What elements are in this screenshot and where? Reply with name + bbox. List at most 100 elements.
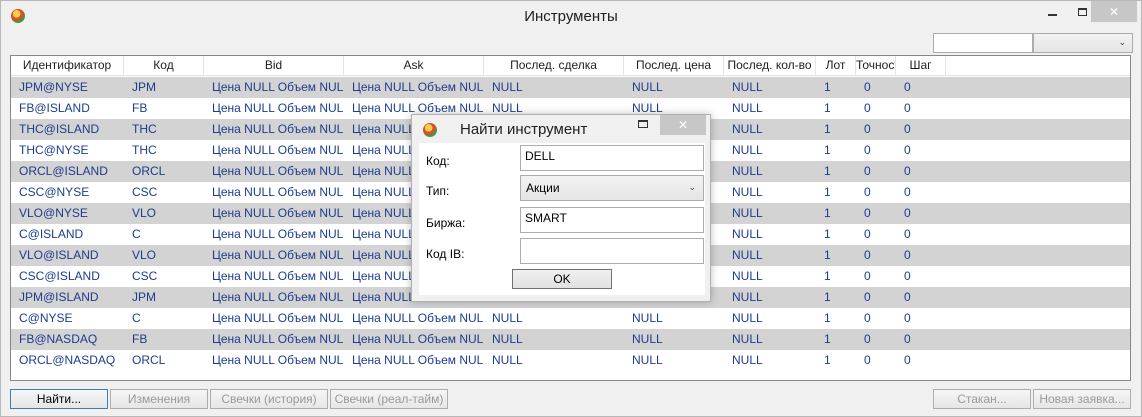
candles-history-button[interactable]: Свечки (история) [210,389,328,409]
table-cell: THC@ISLAND [19,122,100,136]
table-cell: 0 [904,80,911,94]
column-header[interactable]: Шаг [896,56,946,76]
table-cell: NULL [732,332,763,346]
table-cell: Цена NULL Объем NULL [212,164,344,178]
code-label: Код: [426,154,450,168]
table-cell: FB [132,101,148,115]
column-header[interactable]: Послед. цена [624,56,724,76]
find-button[interactable]: Найти... [10,389,108,409]
table-cell: Цена NULL Объем NULL [212,227,344,241]
chevron-down-icon: ⌄ [1118,37,1126,47]
table-cell: Цена NULL Объем NULL [212,248,344,262]
table-cell: NULL [632,353,663,367]
table-cell: 0 [904,311,911,325]
table-cell: 0 [864,248,871,262]
new-order-button[interactable]: Новая заявка... [1033,389,1131,409]
table-cell: 0 [904,143,911,157]
table-cell: Цена NULL Объем NULL [212,269,344,283]
table-cell: Цена NULL Объем NULL [212,332,344,346]
type-select[interactable]: Акции ⌄ [520,175,704,201]
find-instrument-dialog: Найти инструмент ✕ Код: DELL Тип: Акции … [411,114,711,302]
table-cell: 1 [824,101,831,115]
table-cell: 0 [904,248,911,262]
column-header[interactable]: Лот [816,56,856,76]
table-cell: 0 [904,185,911,199]
table-cell: 0 [864,227,871,241]
ib-code-field[interactable] [520,238,704,264]
table-cell: VLO@NYSE [19,206,88,220]
dialog-maximize-button[interactable] [638,120,648,128]
table-cell: Цена NULL Объем NULL [212,122,344,136]
changes-button[interactable]: Изменения [110,389,208,409]
table-cell: NULL [732,269,763,283]
exchange-field[interactable]: SMART [520,207,704,233]
table-cell: 1 [824,80,831,94]
dialog-close-button[interactable]: ✕ [660,115,706,135]
filter-combo[interactable]: ⌄ [1033,33,1133,53]
table-cell: VLO@ISLAND [19,248,99,262]
column-header[interactable]: Послед. сделка [484,56,624,76]
table-cell: NULL [732,80,763,94]
column-header[interactable]: Bid [204,56,344,76]
exchange-label: Биржа: [426,216,466,230]
ok-button[interactable]: OK [512,269,612,289]
title-bar[interactable]: Инструменты ✕ [1,1,1141,32]
table-cell: 0 [904,353,911,367]
table-cell: NULL [732,101,763,115]
table-cell: Цена NULL Объем NULL [212,101,344,115]
table-cell: C@ISLAND [19,227,84,241]
table-cell: C@NYSE [19,311,73,325]
table-row[interactable]: JPM@NYSE JPM Цена NULL Объем NULL Цена NULL… [11,77,1130,98]
table-cell: NULL [492,332,523,346]
table-cell: 0 [864,164,871,178]
minimize-button[interactable] [1037,1,1067,22]
table-row[interactable]: FB@NASDAQ FB Цена NULL Объем NULL Цена NULL… [11,329,1130,350]
close-icon: ✕ [677,118,689,132]
code-field[interactable]: DELL [520,145,704,171]
table-cell: NULL [732,122,763,136]
table-cell: 0 [904,206,911,220]
table-cell: THC [132,143,157,157]
depth-button[interactable]: Стакан... [933,389,1031,409]
filter-input[interactable] [933,33,1033,53]
column-header[interactable]: Ask [344,56,484,76]
table-cell: THC@NYSE [19,143,89,157]
dialog-minimize-button[interactable] [612,115,636,135]
table-cell: Цена NULL Объем NULL [212,185,344,199]
table-cell: Цена NULL Объем NULL [212,290,344,304]
table-cell: NULL [732,185,763,199]
table-cell: ORCL@ISLAND [19,164,108,178]
table-cell: 1 [824,332,831,346]
column-header[interactable]: Послед. кол-во [724,56,816,76]
table-cell: 0 [864,290,871,304]
table-cell: Цена NULL Объем NULL [212,311,344,325]
table-cell: NULL [492,353,523,367]
table-cell: 0 [904,122,911,136]
table-cell: 1 [824,290,831,304]
candles-realtime-button[interactable]: Свечки (реал-тайм) [330,389,448,409]
column-header[interactable]: Точность [856,56,896,76]
table-cell: CSC [132,269,158,283]
chevron-down-icon: ⌄ [688,182,696,192]
dialog-title: Найти инструмент [460,121,588,138]
table-row[interactable]: C@NYSE C Цена NULL Объем NULL Цена NULL Объ… [11,308,1130,329]
table-cell: 0 [864,122,871,136]
table-cell: VLO [132,248,157,262]
close-button[interactable]: ✕ [1091,1,1137,22]
table-cell: C [132,311,141,325]
table-cell: NULL [632,332,663,346]
grid-header: Идентификатор Код Bid Ask Послед. сделка Посл… [11,56,1130,76]
table-cell: 0 [904,269,911,283]
table-cell: NULL [732,164,763,178]
table-cell: NULL [632,80,663,94]
table-row[interactable]: ORCL@NASDAQ ORCL Цена NULL Объем NULL Цена … [11,350,1130,371]
table-cell: 1 [824,353,831,367]
table-cell: CSC@ISLAND [19,269,100,283]
column-header[interactable]: Идентификатор [11,56,124,76]
column-header[interactable]: Код [124,56,204,76]
table-cell: ORCL [132,353,166,367]
table-cell: NULL [732,311,763,325]
table-cell: 0 [864,143,871,157]
table-cell: NULL [732,248,763,262]
table-cell: JPM [132,290,156,304]
